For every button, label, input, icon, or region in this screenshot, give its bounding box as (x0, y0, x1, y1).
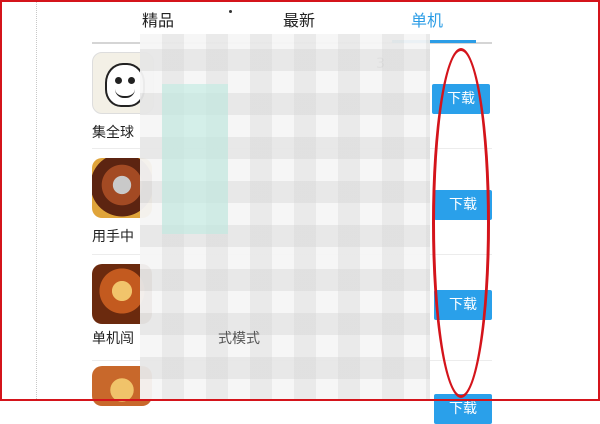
tab-separator-dot (229, 10, 232, 13)
app-name: 单机闯 (92, 331, 134, 347)
tab-single-player[interactable]: 单机 (392, 6, 462, 36)
pixelated-redaction-accent (162, 84, 228, 234)
download-button[interactable]: 下载 (434, 394, 492, 424)
left-guide-line (36, 0, 37, 401)
red-highlight-oval (432, 48, 490, 398)
tab-featured[interactable]: 精品 (128, 6, 188, 36)
tab-latest[interactable]: 最新 (264, 6, 334, 36)
app-name: 集全球 (92, 125, 134, 141)
app-name: 用手中 (92, 229, 134, 245)
app-extra-text: 式模式 (218, 331, 260, 347)
face-drawing (105, 63, 145, 107)
